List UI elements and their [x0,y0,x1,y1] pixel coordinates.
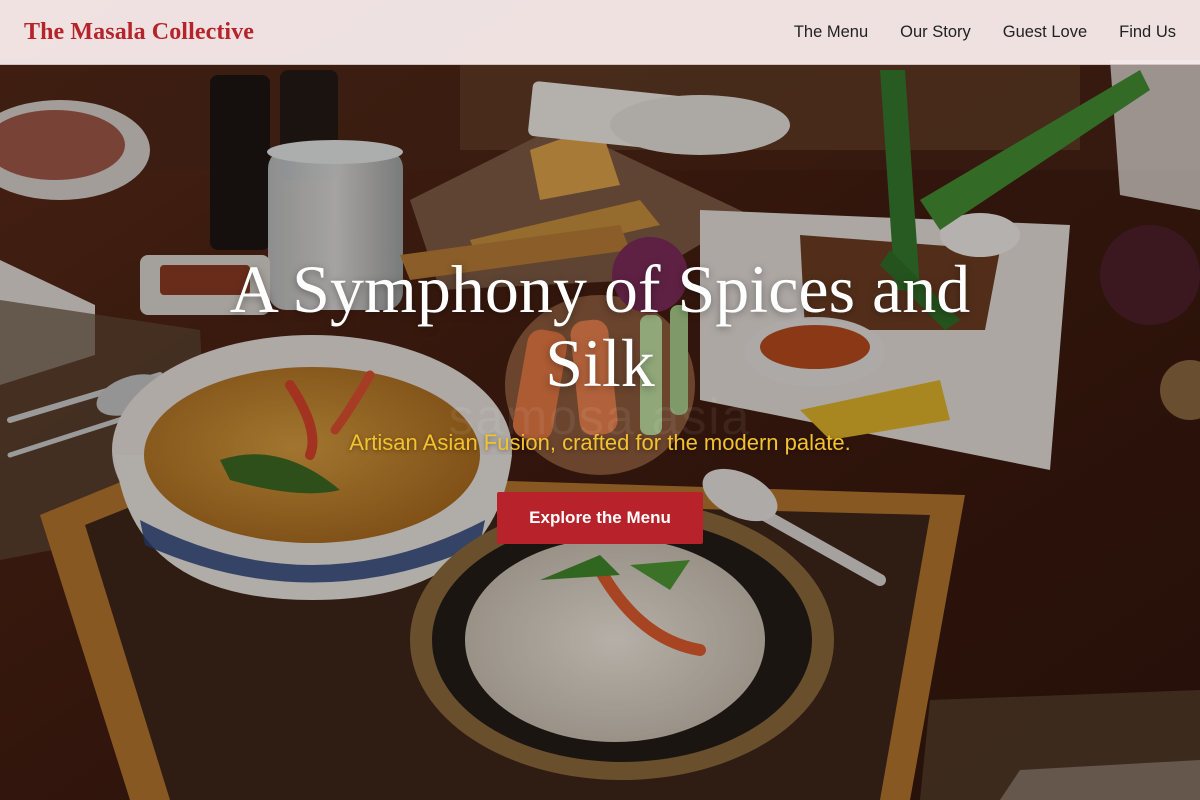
hero-content: A Symphony of Spices and Silk Artisan As… [0,252,1200,544]
nav-link-our-story[interactable]: Our Story [900,23,971,42]
hero-title: A Symphony of Spices and Silk [229,251,971,401]
nav-link-guest-love[interactable]: Guest Love [1003,23,1087,42]
nav-link-the-menu[interactable]: The Menu [794,23,868,42]
explore-menu-button[interactable]: Explore the Menu [497,492,703,544]
hero-section: samosa asia A Symphony of Spices and Sil… [0,0,1200,800]
nav-links: The Menu Our Story Guest Love Find Us [794,23,1176,42]
nav-link-find-us[interactable]: Find Us [1119,23,1176,42]
top-navbar: The Masala Collective The Menu Our Story… [0,0,1200,65]
brand-logo-text[interactable]: The Masala Collective [24,19,254,46]
hero-subtitle: Artisan Asian Fusion, crafted for the mo… [349,430,851,455]
